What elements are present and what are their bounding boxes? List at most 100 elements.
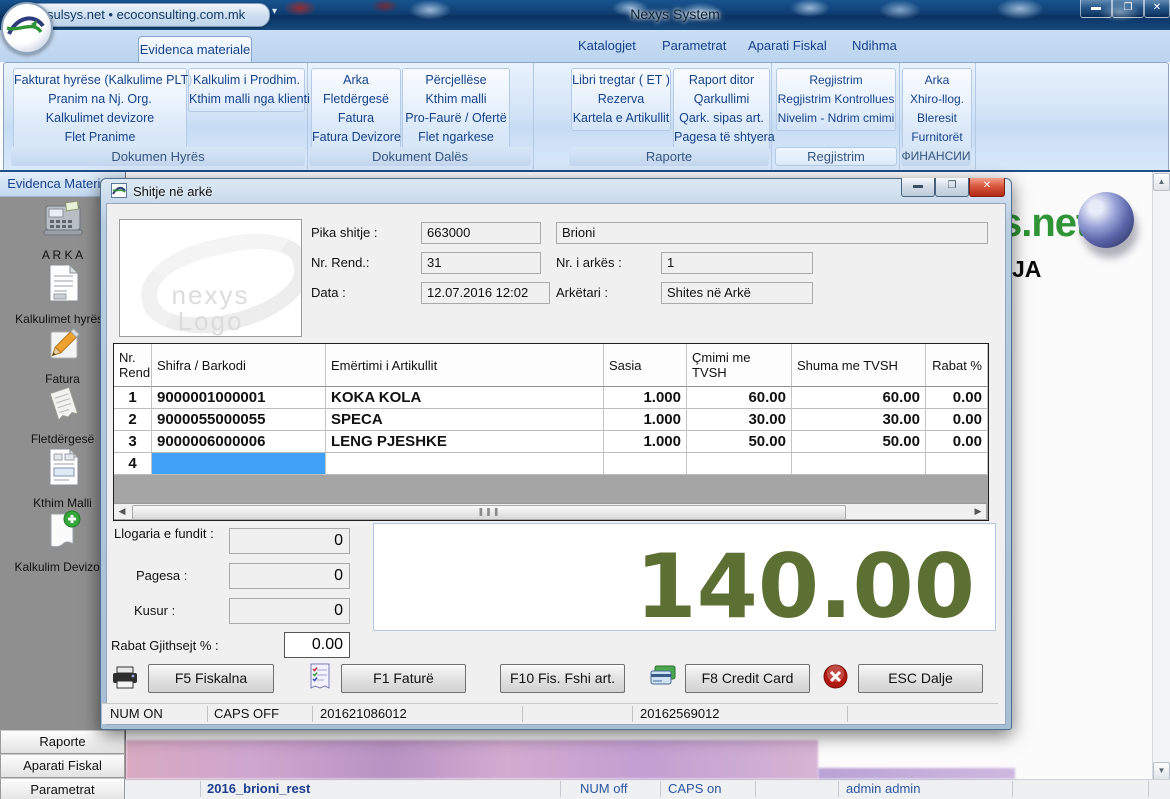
f10-fis-fshi-art-button[interactable]: F10 Fis. Fshi art. bbox=[500, 664, 625, 693]
ribbon-button[interactable]: Fletdërgesë bbox=[312, 90, 400, 109]
nr-arkes-field[interactable]: 1 bbox=[661, 252, 813, 274]
scroll-down-icon[interactable]: ▼ bbox=[1153, 762, 1170, 780]
cell-barcode[interactable]: 9000001000001 bbox=[152, 387, 326, 409]
pagesa-field[interactable]: 0 bbox=[229, 563, 350, 589]
pika-shitje-field[interactable]: 663000 bbox=[421, 222, 541, 244]
cell-rabat[interactable] bbox=[926, 453, 988, 475]
tab-evidenca-materiale[interactable]: Evidenca materiale bbox=[138, 36, 252, 63]
client-name-field[interactable]: Brioni bbox=[556, 222, 988, 244]
cancel-x-icon[interactable] bbox=[823, 664, 848, 694]
column-header[interactable]: Rabat % bbox=[926, 344, 988, 387]
ribbon-button[interactable]: Pagesa të shtyera bbox=[674, 128, 769, 147]
menu-ndihma[interactable]: Ndihma bbox=[852, 38, 897, 53]
menu-katalogjet[interactable]: Katalogjet bbox=[578, 38, 636, 53]
cell-qty[interactable]: 1.000 bbox=[604, 431, 687, 453]
ribbon-button[interactable]: Rezerva bbox=[572, 90, 670, 109]
ribbon-button[interactable]: Arka bbox=[312, 71, 400, 90]
column-header[interactable]: Nr. Rend bbox=[114, 344, 152, 387]
cell-qty[interactable]: 1.000 bbox=[604, 387, 687, 409]
cell-price[interactable]: 30.00 bbox=[687, 409, 792, 431]
table-row[interactable]: 3 9000006000006 LENG PJESHKE 1.000 50.00… bbox=[114, 431, 989, 453]
nr-rend-field[interactable]: 31 bbox=[421, 252, 541, 274]
cell-qty[interactable]: 1.000 bbox=[604, 409, 687, 431]
ribbon-button[interactable]: Furnitorët bbox=[903, 128, 971, 147]
ribbon-button[interactable]: Kartela e Artikullit bbox=[572, 109, 670, 128]
cell-sum[interactable]: 60.00 bbox=[792, 387, 926, 409]
table-row-active[interactable]: 4 bbox=[114, 453, 989, 475]
sidebar-footer-raporte[interactable]: Raporte bbox=[0, 730, 125, 754]
ribbon-button[interactable]: Regjistrim bbox=[777, 71, 895, 90]
cell-article[interactable]: SPECA bbox=[326, 409, 604, 431]
scroll-up-icon[interactable]: ▲ bbox=[1153, 173, 1170, 191]
cell-qty[interactable] bbox=[604, 453, 687, 475]
cell-sum[interactable]: 30.00 bbox=[792, 409, 926, 431]
cell-sum[interactable] bbox=[792, 453, 926, 475]
esc-dalje-button[interactable]: ESC Dalje bbox=[858, 664, 983, 693]
dialog-maximize-button[interactable]: ❐ bbox=[935, 178, 969, 197]
kusur-field[interactable]: 0 bbox=[229, 598, 350, 624]
cell-price[interactable]: 60.00 bbox=[687, 387, 792, 409]
cell-article[interactable] bbox=[326, 453, 604, 475]
column-header[interactable]: Shuma me TVSH bbox=[792, 344, 926, 387]
f5-fiskalna-button[interactable]: F5 Fiskalna bbox=[148, 664, 274, 693]
cell-rabat[interactable]: 0.00 bbox=[926, 409, 988, 431]
maximize-button[interactable]: ❐ bbox=[1112, 0, 1144, 18]
ribbon-button[interactable]: Kthim malli nga klienti bbox=[189, 90, 304, 109]
column-header[interactable]: Shifra / Barkodi bbox=[152, 344, 326, 387]
scrollbar-thumb[interactable]: ❚❚❚ bbox=[132, 505, 846, 520]
column-header[interactable]: Emërtimi i Artikullit bbox=[326, 344, 604, 387]
ribbon-button[interactable]: Nivelim - Ndrim cmimi bbox=[777, 109, 895, 128]
ribbon-button[interactable]: Qark. sipas art. bbox=[674, 109, 769, 128]
ribbon-button[interactable]: Flet Pranime bbox=[14, 128, 186, 147]
scroll-left-icon[interactable]: ◀ bbox=[115, 505, 129, 518]
dialog-close-button[interactable]: ✕ bbox=[969, 178, 1005, 197]
ribbon-button[interactable]: Arka bbox=[903, 71, 971, 90]
quick-access-toolbar[interactable]: sulsys.net • ecoconsulting.com.mk bbox=[26, 3, 270, 27]
cell-article[interactable]: LENG PJESHKE bbox=[326, 431, 604, 453]
sidebar-footer-parametrat[interactable]: Parametrat bbox=[0, 778, 125, 799]
ribbon-button[interactable]: Kalkulimet devizore bbox=[14, 109, 186, 128]
ribbon-button[interactable]: Përcjellëse bbox=[403, 71, 509, 90]
ribbon-button[interactable]: Fatura Devizore bbox=[312, 128, 400, 147]
ribbon-button[interactable]: Kthim malli bbox=[403, 90, 509, 109]
ribbon-button[interactable]: Qarkullimi bbox=[674, 90, 769, 109]
column-header[interactable]: Çmimi me TVSH bbox=[687, 344, 792, 387]
ribbon-button[interactable]: Pro-Faurë / Ofertë bbox=[403, 109, 509, 128]
llogaria-field[interactable]: 0 bbox=[229, 528, 350, 554]
ribbon-button[interactable]: Xhiro-llog. bbox=[903, 90, 971, 109]
ribbon-button[interactable]: Fakturat hyrëse (Kalkulime PLT) bbox=[14, 71, 186, 90]
cell-rabat[interactable]: 0.00 bbox=[926, 387, 988, 409]
app-orb-button[interactable] bbox=[1, 2, 53, 54]
ribbon-button[interactable]: Pranim na Nj. Org. bbox=[14, 90, 186, 109]
menu-aparati-fiskal[interactable]: Aparati Fiskal bbox=[748, 38, 827, 53]
cell-barcode[interactable]: 9000006000006 bbox=[152, 431, 326, 453]
cell-rabat[interactable]: 0.00 bbox=[926, 431, 988, 453]
ribbon-button[interactable]: Raport ditor bbox=[674, 71, 769, 90]
scroll-right-icon[interactable]: ▶ bbox=[971, 505, 985, 518]
menu-parametrat[interactable]: Parametrat bbox=[662, 38, 726, 53]
table-row[interactable]: 2 9000055000055 SPECA 1.000 30.00 30.00 … bbox=[114, 409, 989, 431]
cell-price[interactable]: 50.00 bbox=[687, 431, 792, 453]
ribbon-button[interactable]: Libri tregtar ( ET ) bbox=[572, 71, 670, 90]
data-field[interactable]: 12.07.2016 12:02 bbox=[421, 282, 550, 304]
table-horizontal-scrollbar[interactable]: ◀ ❚❚❚ ▶ bbox=[114, 503, 986, 519]
cell-sum[interactable]: 50.00 bbox=[792, 431, 926, 453]
cell-article[interactable]: KOKA KOLA bbox=[326, 387, 604, 409]
cell-barcode-selected[interactable] bbox=[152, 453, 326, 475]
ribbon-button[interactable]: Bleresit bbox=[903, 109, 971, 128]
cell-nr[interactable]: 1 bbox=[114, 387, 152, 409]
f8-credit-card-button[interactable]: F8 Credit Card bbox=[685, 664, 810, 693]
minimize-button[interactable]: ▬ bbox=[1080, 0, 1112, 18]
table-row[interactable]: 1 9000001000001 KOKA KOLA 1.000 60.00 60… bbox=[114, 387, 989, 409]
ribbon-button[interactable]: Kalkulim i Prodhim. bbox=[189, 71, 304, 90]
cell-nr[interactable]: 2 bbox=[114, 409, 152, 431]
cell-nr[interactable]: 4 bbox=[114, 453, 152, 475]
ribbon-button[interactable]: Regjistrim Kontrollues bbox=[777, 90, 895, 109]
dialog-minimize-button[interactable]: ▬ bbox=[901, 178, 935, 197]
cell-nr[interactable]: 3 bbox=[114, 431, 152, 453]
ribbon-button[interactable]: Fatura bbox=[312, 109, 400, 128]
quick-access-dropdown-icon[interactable]: ▾ bbox=[272, 6, 277, 17]
ribbon-button[interactable]: Flet ngarkese bbox=[403, 128, 509, 147]
f1-fature-button[interactable]: F1 Faturë bbox=[341, 664, 466, 693]
close-button[interactable]: ✕ bbox=[1144, 0, 1170, 18]
